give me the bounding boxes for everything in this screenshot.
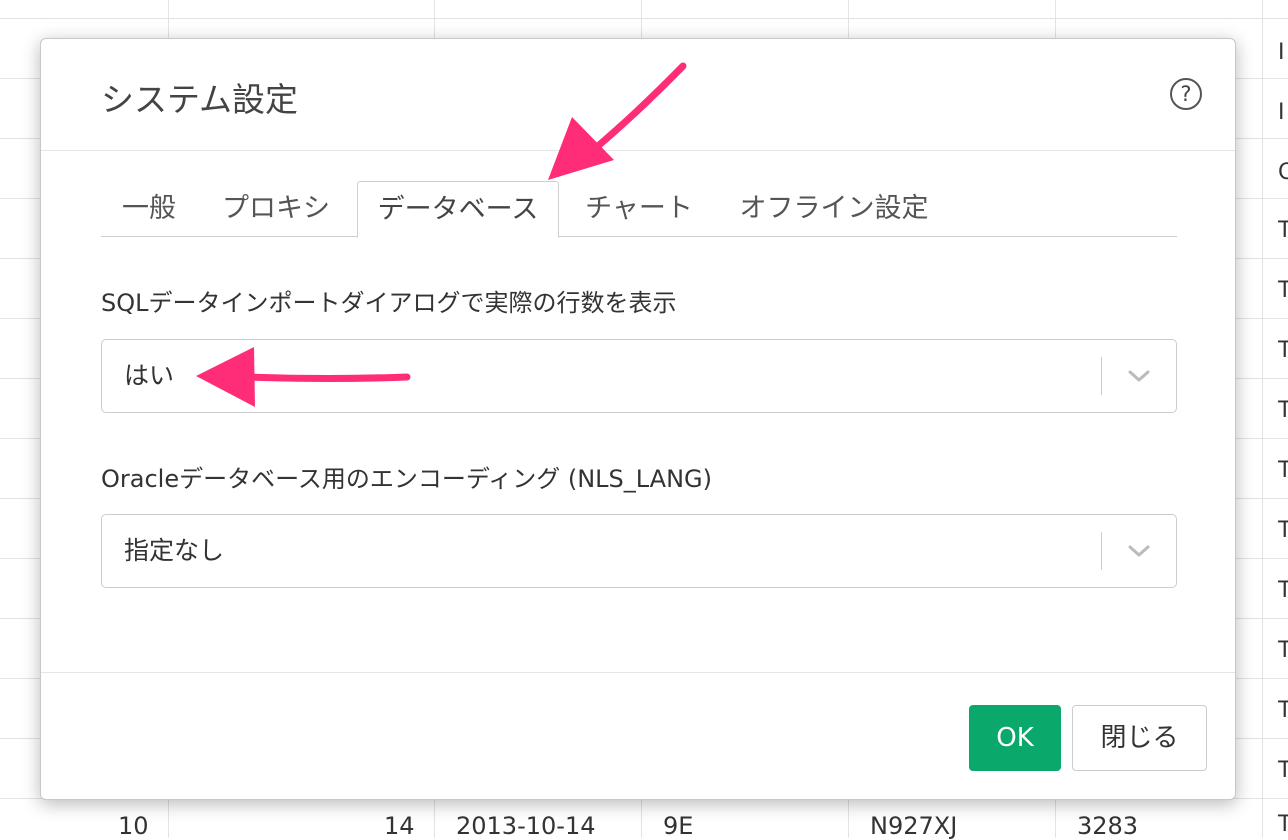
chevron-down-icon [1128, 545, 1150, 557]
dialog-title: システム設定 [101, 80, 299, 119]
show-row-count-value: はい [124, 361, 175, 390]
grid-cell-edge: I [1278, 100, 1285, 125]
tab-database[interactable]: データベース [357, 181, 559, 238]
tab-offline-settings[interactable]: オフライン設定 [727, 181, 941, 237]
table-cell: 2013-10-14 [456, 812, 596, 840]
grid-cell-edge: T [1278, 398, 1288, 423]
show-row-count-label: SQLデータインポートダイアログで実際の行数を表示 [101, 289, 677, 317]
grid-cell-edge: T [1278, 338, 1288, 363]
tab-chart[interactable]: チャート [575, 181, 703, 237]
header-divider [41, 150, 1235, 151]
select-separator [1101, 357, 1102, 395]
show-row-count-select[interactable]: はい [101, 339, 1177, 413]
table-cell: 14 [384, 812, 415, 840]
grid-cell-edge: T [1278, 638, 1288, 663]
settings-tabs: 一般 プロキシ データベース チャート オフライン設定 [101, 181, 1177, 238]
grid-cell-edge: T [1278, 698, 1288, 723]
ok-button[interactable]: OK [969, 705, 1061, 771]
grid-cell-edge: T [1278, 278, 1288, 303]
system-settings-dialog: システム設定 ? 一般 プロキシ データベース チャート オフライン設定 SQL… [40, 38, 1236, 800]
grid-cell-edge: T [1278, 458, 1288, 483]
nls-lang-value: 指定なし [124, 536, 225, 565]
nls-lang-label: Oracleデータベース用のエンコーディング (NLS_LANG) [101, 465, 713, 493]
grid-cell-edge: C [1278, 160, 1288, 185]
select-separator [1101, 532, 1102, 570]
close-button[interactable]: 閉じる [1072, 705, 1207, 771]
footer-divider [41, 672, 1235, 673]
grid-cell-edge: T [1278, 578, 1288, 603]
question-circle-icon[interactable]: ? [1170, 78, 1202, 110]
nls-lang-select[interactable]: 指定なし [101, 514, 1177, 588]
table-cell: 9E [663, 812, 694, 840]
tab-general[interactable]: 一般 [109, 181, 189, 237]
table-cell: 10 [118, 812, 149, 840]
grid-cell-edge: T [1278, 218, 1288, 243]
grid-cell-edge: T [1278, 518, 1288, 543]
grid-cell-edge: T [1278, 758, 1288, 783]
table-row: 10 14 2013-10-14 9E N927XJ 3283 [0, 808, 1288, 840]
table-cell: 3283 [1077, 812, 1139, 840]
grid-cell-edge: I [1278, 40, 1285, 65]
chevron-down-icon [1128, 370, 1150, 382]
tab-proxy[interactable]: プロキシ [209, 181, 343, 237]
table-cell: N927XJ [870, 812, 958, 840]
